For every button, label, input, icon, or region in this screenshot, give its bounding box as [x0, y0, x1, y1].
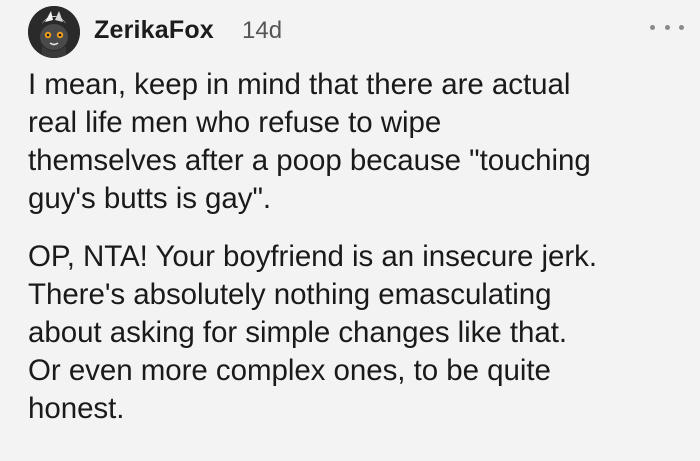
comment-line: themselves after a poop because "touchin… [28, 144, 591, 177]
avatar-image [28, 6, 80, 58]
more-horizontal-icon [650, 24, 655, 30]
comment-line: guy's butts is gay". [28, 182, 272, 215]
avatar[interactable] [28, 6, 80, 58]
comment-line: about asking for simple changes like tha… [28, 316, 568, 349]
comment-line: OP, NTA! Your boyfriend is an insecure j… [28, 240, 597, 273]
comment-line: real life men who refuse to wipe [28, 106, 442, 139]
comment-line: Or even more complex ones, to be quite [28, 354, 551, 387]
comment-line: I mean, keep in mind that there are actu… [28, 68, 571, 101]
more-horizontal-icon-dot-2 [664, 24, 670, 30]
username[interactable]: ZerikaFox [94, 16, 214, 45]
comment-paragraph-1: I mean, keep in mind that there are actu… [28, 66, 693, 218]
comment-paragraph-2: OP, NTA! Your boyfriend is an insecure j… [28, 238, 693, 428]
comment-line: honest. [28, 392, 125, 425]
timestamp: 14d [242, 17, 283, 44]
comment-line: There's absolutely nothing emasculating [28, 278, 552, 311]
more-options-button[interactable] [650, 18, 684, 36]
comment-header: ZerikaFox 14d [28, 6, 688, 60]
comment: ZerikaFox 14d I mean, keep in mind that … [0, 0, 700, 461]
comment-body: I mean, keep in mind that there are actu… [28, 66, 693, 428]
more-horizontal-icon-dot-3 [679, 24, 684, 30]
